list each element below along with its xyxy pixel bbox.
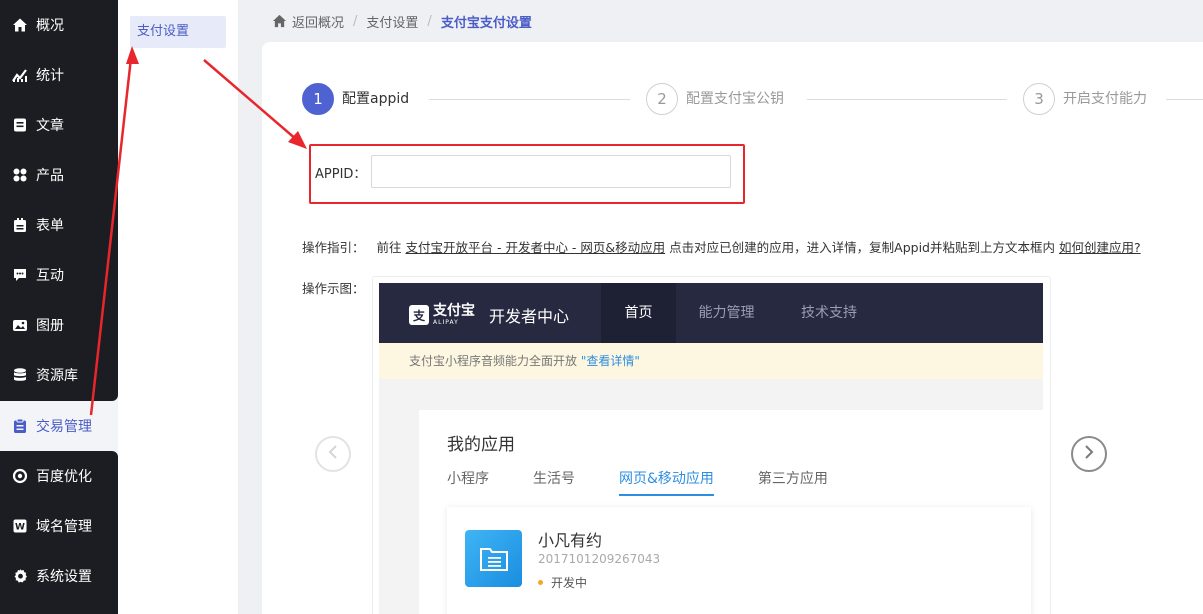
main-sidebar: 概况 统计 文章 产品 表单 互动 图册 资源库 交易管理 百度优化 W 域名管… xyxy=(0,0,118,614)
clipboard-icon xyxy=(12,418,28,434)
alipay-tab-home: 首页 xyxy=(601,283,676,343)
database-icon xyxy=(12,367,28,383)
alipay-banner: 支付宝小程序音频能力全面开放 "查看详情" xyxy=(379,343,1043,379)
home-icon xyxy=(272,14,287,28)
sidebar-item-label: 百度优化 xyxy=(36,469,92,485)
my-apps-panel: 我的应用 小程序 生活号 网页&移动应用 第三方应用 小凡有约 20171012… xyxy=(419,410,1043,614)
my-apps-title: 我的应用 xyxy=(447,435,515,455)
sidebar-item-label: 概况 xyxy=(36,18,64,34)
app-tab-thirdparty: 第三方应用 xyxy=(757,471,828,487)
sidebar-item-label: 表单 xyxy=(36,218,64,234)
alipay-tab-capability: 能力管理 xyxy=(698,305,755,321)
article-icon xyxy=(12,117,28,133)
status-dot xyxy=(538,580,543,585)
alipay-brand-en: ALIPAY xyxy=(433,319,459,326)
appid-label: APPID： xyxy=(315,167,367,182)
step-1-label: 配置appid xyxy=(342,91,410,107)
sidebar-item-label: 域名管理 xyxy=(36,519,92,535)
step-connector xyxy=(807,99,1007,100)
app-card: 小凡有约 2017101209267043 开发中 xyxy=(447,507,1031,614)
alipay-tab-support: 技术支持 xyxy=(801,305,857,321)
step-1-circle: 1 xyxy=(302,83,334,115)
sidebar-item-transactions[interactable]: 交易管理 xyxy=(0,401,118,451)
app-tab-web-mobile: 网页&移动应用 xyxy=(619,468,714,496)
step-2-label: 配置支付宝公钥 xyxy=(686,91,784,107)
guide-prefix: 前往 xyxy=(376,240,402,255)
sidebar-item-label: 产品 xyxy=(36,168,64,184)
app-tab-lifeaccount: 生活号 xyxy=(533,471,575,487)
alipay-brand-cn: 支付宝 xyxy=(433,303,475,319)
svg-text:W: W xyxy=(15,523,25,533)
developer-center-title: 开发者中心 xyxy=(489,307,570,326)
app-type-tabs: 小程序 生活号 网页&移动应用 第三方应用 xyxy=(447,468,872,496)
chevron-right-icon xyxy=(1083,444,1095,464)
sidebar-item-baidu-seo[interactable]: 百度优化 xyxy=(0,451,118,501)
demo-screenshot: 支 支付宝 ALIPAY 开发者中心 首页 能力管理 技术支持 支付宝小程序音频… xyxy=(379,283,1043,614)
sidebar-item-label: 互动 xyxy=(36,268,64,284)
sidebar-item-interaction[interactable]: 互动 xyxy=(0,250,118,300)
breadcrumb-separator: / xyxy=(427,13,432,29)
breadcrumb-back-link[interactable]: 返回概况 xyxy=(292,12,344,31)
alipay-logo: 支 支付宝 ALIPAY 开发者中心 xyxy=(409,303,569,327)
sidebar-item-label: 统计 xyxy=(36,68,64,84)
chat-icon xyxy=(12,267,28,283)
app-folder-icon xyxy=(465,530,522,587)
step-3-label: 开启支付能力 xyxy=(1063,91,1147,107)
image-icon xyxy=(12,317,28,333)
sidebar-item-products[interactable]: 产品 xyxy=(0,150,118,200)
sidebar-item-label: 图册 xyxy=(36,318,64,334)
sidebar-item-label: 资源库 xyxy=(36,368,78,384)
sidebar-item-label: 文章 xyxy=(36,118,64,134)
banner-text: 支付宝小程序音频能力全面开放 xyxy=(409,354,578,368)
sidebar-item-resources[interactable]: 资源库 xyxy=(0,350,118,400)
sidebar-item-gallery[interactable]: 图册 xyxy=(0,300,118,350)
secondary-menu: 支付设置 xyxy=(118,0,238,614)
step-connector xyxy=(429,99,630,100)
domain-icon: W xyxy=(12,518,28,534)
carousel-next-button[interactable] xyxy=(1071,436,1107,472)
sidebar-item-overview[interactable]: 概况 xyxy=(0,0,118,50)
app-tab-miniprogram: 小程序 xyxy=(447,471,489,487)
app-status-text: 开发中 xyxy=(551,576,588,590)
sidebar-item-statistics[interactable]: 统计 xyxy=(0,50,118,100)
breadcrumb: 返回概况 / 支付设置 / 支付宝支付设置 xyxy=(272,11,532,31)
demo-label: 操作示图： xyxy=(302,281,365,296)
form-icon xyxy=(12,217,28,233)
alipay-logo-mark: 支 xyxy=(409,305,429,325)
alipay-nav-bar: 支 支付宝 ALIPAY 开发者中心 首页 能力管理 技术支持 xyxy=(379,283,1043,343)
operation-guide: 操作指引： 前往 支付宝开放平台 - 开发者中心 - 网页&移动应用 点击对应已… xyxy=(302,237,1141,256)
step-connector xyxy=(1166,99,1203,100)
home-icon xyxy=(12,17,28,33)
carousel-prev-button[interactable] xyxy=(315,436,351,472)
chart-icon xyxy=(12,67,28,83)
sidebar-item-domains[interactable]: W 域名管理 xyxy=(0,501,118,551)
sidebar-item-label: 系统设置 xyxy=(36,569,92,585)
appid-input[interactable] xyxy=(371,155,731,188)
gear-icon xyxy=(12,568,28,584)
alipay-open-platform-link[interactable]: 支付宝开放平台 - 开发者中心 - 网页&移动应用 xyxy=(406,240,666,255)
breadcrumb-current: 支付宝支付设置 xyxy=(440,15,532,31)
guide-text: 点击对应已创建的应用，进入详情，复制Appid并粘贴到上方文本框内 xyxy=(669,240,1055,255)
sidebar-item-articles[interactable]: 文章 xyxy=(0,100,118,150)
submenu-item-payment-settings[interactable]: 支付设置 xyxy=(130,16,226,48)
step-2-circle: 2 xyxy=(646,83,678,115)
guide-label: 操作指引： xyxy=(302,240,365,255)
target-icon xyxy=(12,468,28,484)
sidebar-item-label: 交易管理 xyxy=(36,419,92,435)
banner-link: "查看详情" xyxy=(580,354,640,368)
how-to-create-app-link[interactable]: 如何创建应用? xyxy=(1059,240,1141,255)
step-3-circle: 3 xyxy=(1023,83,1055,115)
sidebar-item-forms[interactable]: 表单 xyxy=(0,200,118,250)
app-status: 开发中 xyxy=(538,574,587,591)
chevron-left-icon xyxy=(327,444,339,464)
app-name: 小凡有约 xyxy=(538,531,603,550)
sidebar-item-settings[interactable]: 系统设置 xyxy=(0,551,118,601)
grid-icon xyxy=(12,167,28,183)
breadcrumb-separator: / xyxy=(353,13,358,29)
breadcrumb-parent-link[interactable]: 支付设置 xyxy=(366,12,418,31)
app-id: 2017101209267043 xyxy=(538,552,661,566)
